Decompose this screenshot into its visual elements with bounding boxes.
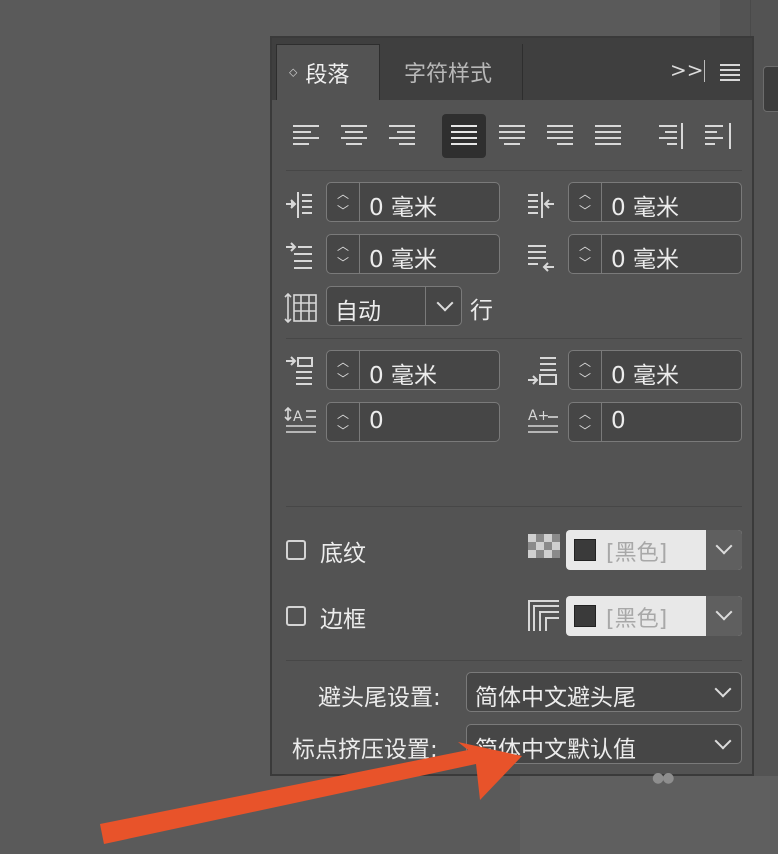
annotation-arrow (100, 742, 522, 844)
